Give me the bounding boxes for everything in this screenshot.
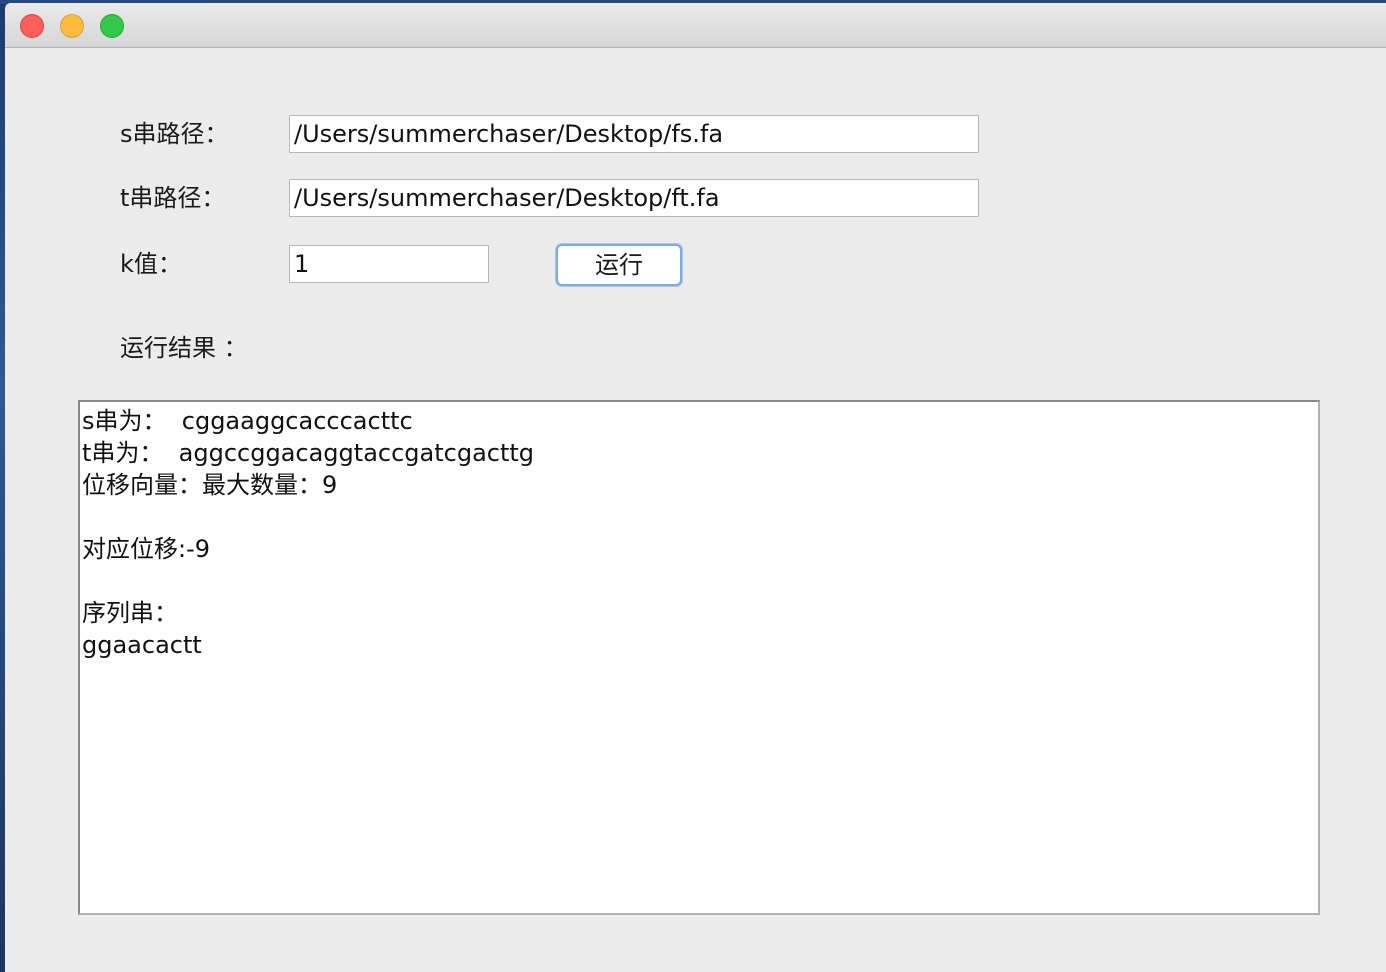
- s-path-input[interactable]: /Users/summerchaser/Desktop/fs.fa: [289, 115, 979, 153]
- t-path-label: t串路径：: [120, 184, 226, 212]
- result-line-sequence-label: 序列串：: [82, 599, 178, 627]
- result-line-t-string: t串为： aggccggacaggtaccgatcgacttg: [82, 439, 535, 467]
- result-line-blank: [82, 501, 1316, 533]
- result-text-area[interactable]: s串为： cggaaggcacccacttc t串为： aggccggacagg…: [78, 400, 1320, 915]
- s-path-label: s串路径：: [120, 120, 229, 148]
- result-line-sequence-value: ggaacactt: [82, 631, 202, 659]
- close-window-button[interactable]: [20, 14, 44, 38]
- result-line-shift-vector: 位移向量：最大数量：9: [82, 471, 338, 499]
- k-value-input[interactable]: 1: [289, 245, 489, 283]
- result-line-offset: 对应位移:-9: [82, 535, 211, 563]
- run-button[interactable]: 运行: [556, 244, 682, 286]
- result-line-s-string: s串为： cggaaggcacccacttc: [82, 407, 413, 435]
- zoom-window-button[interactable]: [100, 14, 124, 38]
- app-window: s串路径： /Users/summerchaser/Desktop/fs.fa …: [5, 3, 1386, 972]
- result-label: 运行结果 ：: [120, 334, 248, 362]
- minimize-window-button[interactable]: [60, 14, 84, 38]
- title-bar[interactable]: [5, 3, 1386, 48]
- t-path-input[interactable]: /Users/summerchaser/Desktop/ft.fa: [289, 179, 979, 217]
- k-value-label: k值：: [120, 250, 182, 278]
- result-line-blank: [82, 565, 1316, 597]
